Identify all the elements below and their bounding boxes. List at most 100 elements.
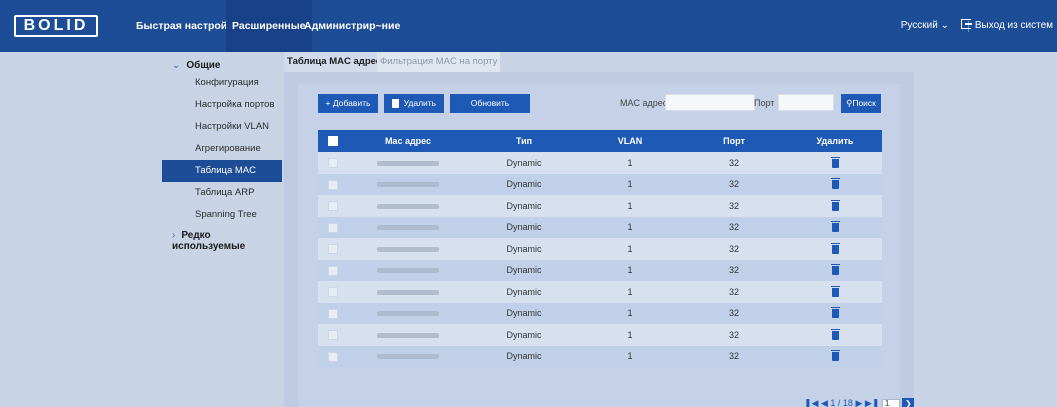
sidebar-item-vlan[interactable]: Настройки VLAN (162, 116, 282, 138)
type-cell: Dynamic (468, 281, 580, 303)
add-button[interactable]: + Добавить (318, 94, 378, 113)
column-vlan: VLAN (580, 130, 680, 152)
row-select-cell (318, 324, 348, 346)
vlan-cell: 1 (580, 324, 680, 346)
logout-button[interactable]: Выход из систем (960, 0, 1053, 52)
type-cell: Dynamic (468, 173, 580, 195)
mac-redacted (377, 332, 439, 338)
column-port: Порт (680, 130, 788, 152)
last-page-icon[interactable]: ▶❚ (865, 398, 879, 407)
page-info: 1 / 18 (830, 398, 853, 407)
vlan-cell: 1 (580, 259, 680, 281)
delete-cell (788, 259, 882, 281)
vlan-cell: 1 (580, 195, 680, 217)
port-cell: 32 (680, 152, 788, 174)
mac-cell (348, 238, 468, 260)
sidebar: ⌄ Общие Конфигурация Настройка портов Нас… (0, 52, 284, 407)
mac-redacted (377, 203, 439, 209)
delete-cell (788, 302, 882, 324)
sidebar-item-port-settings[interactable]: Настройка портов (162, 94, 282, 116)
trash-icon[interactable] (830, 264, 840, 276)
language-select[interactable]: Русский ⌄ (901, 0, 949, 52)
row-checkbox[interactable] (328, 244, 338, 255)
trash-icon (390, 97, 400, 109)
row-select-cell (318, 281, 348, 303)
mac-redacted (377, 182, 439, 188)
trash-icon[interactable] (830, 156, 840, 168)
tab-mac-filter[interactable]: Фильтрация MAC на порту (377, 52, 501, 72)
next-page-icon[interactable]: ▶ (855, 398, 862, 407)
trash-icon[interactable] (830, 307, 840, 319)
trash-icon[interactable] (830, 328, 840, 340)
sidebar-group-label: Редко используемые (172, 230, 246, 252)
page-number-input[interactable]: 1 (881, 398, 900, 407)
delete-cell (788, 195, 882, 217)
type-cell: Dynamic (468, 152, 580, 174)
nav-administration[interactable]: Администрир~ние (298, 0, 406, 52)
refresh-button[interactable]: Обновить (450, 94, 530, 113)
mac-table-card: + Добавить Удалить Обновить MAC адрес По… (298, 84, 915, 407)
sidebar-item-aggregation[interactable]: Агрегирование (162, 138, 282, 160)
type-cell: Dynamic (468, 302, 580, 324)
row-checkbox[interactable] (328, 265, 338, 276)
row-checkbox[interactable] (328, 330, 338, 341)
trash-icon[interactable] (830, 285, 840, 297)
port-cell: 32 (680, 345, 788, 367)
row-checkbox[interactable] (328, 179, 338, 190)
trash-icon[interactable] (830, 199, 840, 211)
delete-cell (788, 152, 882, 174)
type-cell: Dynamic (468, 345, 580, 367)
select-all-checkbox[interactable] (328, 136, 338, 147)
mac-address-input[interactable] (665, 94, 755, 111)
delete-cell (788, 324, 882, 346)
port-cell: 32 (680, 281, 788, 303)
row-checkbox[interactable] (328, 287, 338, 298)
sidebar-group-rare[interactable]: › Редко используемые (172, 230, 284, 252)
search-button[interactable]: ⚲Поиск (841, 94, 881, 113)
pagination: ❚◀ ◀ 1 / 18 ▶ ▶❚ 1 ❯ (804, 398, 915, 407)
row-checkbox[interactable] (328, 351, 338, 362)
select-all-cell (318, 130, 348, 152)
sidebar-item-configuration[interactable]: Конфигурация (162, 72, 282, 94)
row-select-cell (318, 195, 348, 217)
row-checkbox[interactable] (328, 201, 338, 212)
first-page-icon[interactable]: ❚◀ (804, 398, 818, 407)
mac-cell (348, 173, 468, 195)
vlan-cell: 1 (580, 281, 680, 303)
type-cell: Dynamic (468, 195, 580, 217)
port-cell: 32 (680, 302, 788, 324)
mac-cell (348, 324, 468, 346)
table-row: Dynamic 1 32 (318, 173, 882, 195)
table-row: Dynamic 1 32 (318, 345, 882, 367)
row-checkbox[interactable] (328, 158, 338, 169)
trash-icon[interactable] (830, 350, 840, 362)
brand-logo: BOLID (14, 15, 98, 37)
prev-page-icon[interactable]: ◀ (821, 398, 828, 407)
type-cell: Dynamic (468, 216, 580, 238)
row-select-cell (318, 216, 348, 238)
delete-cell (788, 173, 882, 195)
vlan-cell: 1 (580, 216, 680, 238)
delete-button[interactable]: Удалить (384, 94, 444, 113)
column-mac: Mac адрес (348, 130, 468, 152)
vlan-cell: 1 (580, 238, 680, 260)
search-label: Поиск (852, 98, 876, 108)
row-checkbox[interactable] (328, 222, 338, 233)
port-input[interactable] (778, 94, 834, 111)
trash-icon[interactable] (830, 178, 840, 190)
trash-icon[interactable] (830, 242, 840, 254)
row-select-cell (318, 152, 348, 174)
sidebar-group-general[interactable]: ⌄ Общие (172, 60, 221, 71)
table-row: Dynamic 1 32 (318, 216, 882, 238)
table-body: Dynamic 1 32 Dynamic 1 32 Dynamic 1 32 Dynamic 1 32… (318, 152, 882, 367)
row-checkbox[interactable] (328, 308, 338, 319)
table-row: Dynamic 1 32 (318, 152, 882, 174)
sidebar-item-arp-table[interactable]: Таблица ARP (162, 182, 282, 204)
sidebar-item-mac-table[interactable]: Таблица MAC (162, 160, 282, 182)
row-select-cell (318, 345, 348, 367)
mac-redacted (377, 311, 439, 317)
trash-icon[interactable] (830, 221, 840, 233)
go-page-button[interactable]: ❯ (902, 398, 915, 407)
mac-cell (348, 216, 468, 238)
sidebar-item-spanning-tree[interactable]: Spanning Tree (162, 204, 282, 226)
